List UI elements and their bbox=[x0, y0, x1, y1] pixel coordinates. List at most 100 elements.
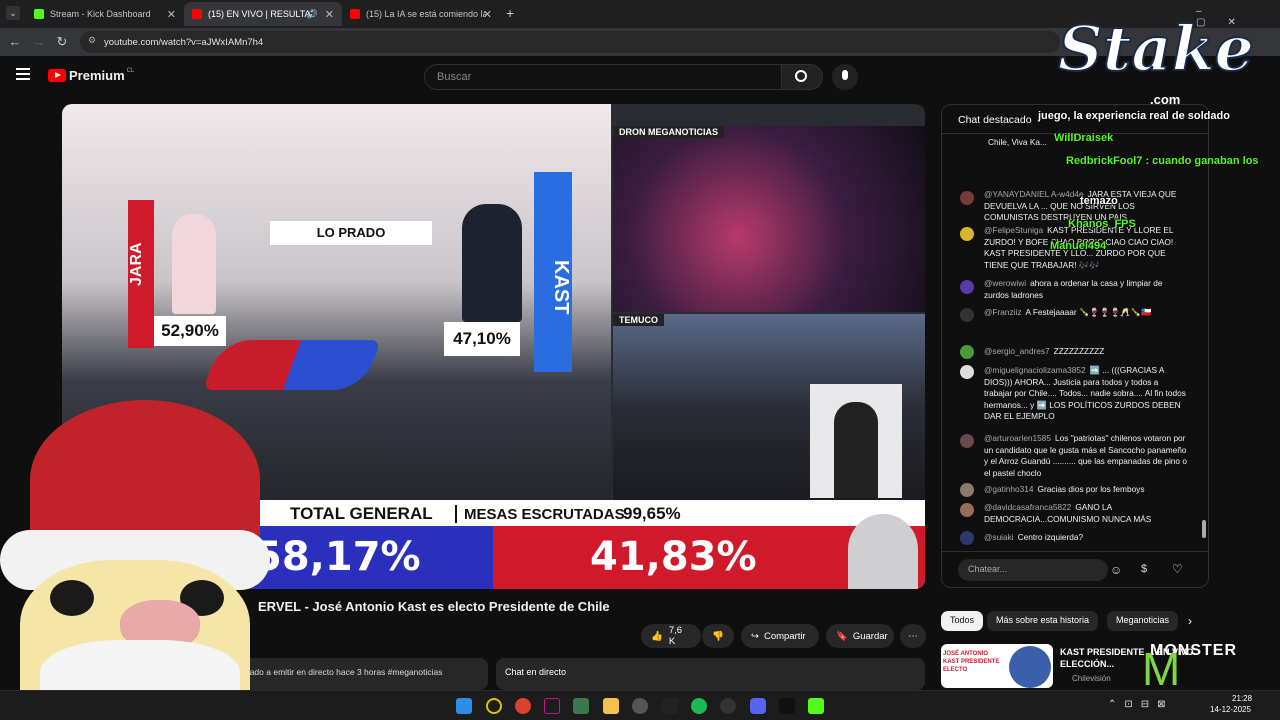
chat-message: @Franziiz A Festejaaaar 🍾🍷🍷🍷🥂🍾🇨🇱 bbox=[984, 307, 1188, 319]
mic-icon bbox=[842, 70, 848, 80]
menu-icon[interactable] bbox=[16, 68, 30, 80]
chat-scrollbar[interactable] bbox=[1202, 520, 1206, 538]
speaker-icon[interactable]: 🔊 bbox=[307, 9, 318, 20]
tab-youtube-live[interactable]: (15) EN VIVO | RESULTADOS 🔊 ✕ bbox=[184, 2, 342, 26]
chat-input-divider bbox=[942, 551, 1208, 552]
chat-text: A Festejaaaar 🍾🍷🍷🍷🥂🍾🇨🇱 bbox=[1025, 307, 1152, 317]
chat-author: @arturoarlen1585 bbox=[984, 433, 1052, 443]
kast-figure bbox=[462, 204, 522, 322]
app-icon[interactable] bbox=[662, 698, 678, 714]
avatar bbox=[960, 308, 974, 322]
clock-time[interactable]: 21:28 bbox=[1232, 694, 1252, 703]
more-icon: ⋯ bbox=[908, 630, 918, 642]
chat-author: @YANAYDANIEL A-w4d4e bbox=[984, 189, 1084, 199]
overlay-user: Khanos_FPS bbox=[1068, 218, 1136, 230]
tab-ia-video[interactable]: (15) La IA se está comiendo la ✕ bbox=[342, 2, 500, 26]
chip-all[interactable]: Todos bbox=[941, 611, 984, 631]
related-thumb-portrait bbox=[1009, 646, 1051, 688]
chat-message: @suiaki Centro izquierda? bbox=[984, 532, 1188, 544]
app-icon[interactable] bbox=[544, 698, 560, 714]
chevron-right-icon[interactable]: › bbox=[1188, 614, 1192, 628]
mesas-value: 99,65% bbox=[623, 504, 681, 523]
kick-app-icon[interactable] bbox=[808, 698, 824, 714]
chat-header: Chat destacado bbox=[958, 114, 1032, 126]
tab-title: (15) La IA se está comiendo la bbox=[366, 9, 486, 19]
related-thumbnail[interactable]: JOSÉ ANTONIO KAST PRESIDENTE ELECTO bbox=[941, 644, 1053, 688]
more-actions-button[interactable]: ⋯ bbox=[900, 624, 926, 648]
address-bar[interactable]: ⚙ youtube.com/watch?v=aJWxIAMn7h4 bbox=[80, 31, 1060, 53]
temuco-feed-label: TEMUCO bbox=[613, 314, 664, 326]
location-label: LO PRADO bbox=[270, 221, 432, 245]
avatar bbox=[960, 191, 974, 205]
chip-more-story[interactable]: Más sobre esta historia bbox=[987, 611, 1099, 631]
like-count: 7,6 K bbox=[668, 625, 683, 647]
drone-feed bbox=[613, 126, 925, 312]
dislike-button[interactable]: 👎 bbox=[702, 624, 734, 648]
avatar bbox=[960, 483, 974, 497]
heart-icon[interactable]: ♡ bbox=[1172, 562, 1183, 576]
chat-author: @Franziiz bbox=[984, 307, 1022, 317]
forward-icon[interactable]: → bbox=[30, 33, 48, 51]
emoji-icon[interactable]: ☺ bbox=[1110, 563, 1122, 577]
system-tray[interactable]: ⌃⊡⊟⊠ bbox=[1108, 699, 1174, 710]
chat-message: @werowiwi ahora a ordenar la casa y limpi… bbox=[984, 278, 1188, 301]
divider bbox=[455, 505, 457, 523]
close-icon[interactable]: ✕ bbox=[325, 8, 334, 21]
chip-meganoticias[interactable]: Meganoticias bbox=[1107, 611, 1179, 631]
chat-input[interactable]: Chatear... bbox=[958, 559, 1108, 581]
search-input[interactable]: Buscar bbox=[424, 64, 782, 90]
app-icon[interactable] bbox=[779, 698, 795, 714]
avatar bbox=[960, 227, 974, 241]
avatar bbox=[960, 345, 974, 359]
youtube-logo[interactable]: Premium CL bbox=[48, 68, 134, 83]
stake-logo-sub: .com bbox=[1150, 92, 1181, 107]
close-icon[interactable]: ✕ bbox=[483, 8, 492, 21]
back-icon[interactable]: ← bbox=[6, 33, 24, 51]
search-button[interactable] bbox=[781, 64, 823, 90]
chrome-icon[interactable] bbox=[515, 698, 531, 714]
total-left-value: 58,17% bbox=[254, 534, 421, 580]
chat-text: Centro izquierda? bbox=[1017, 532, 1084, 542]
share-button[interactable]: ↪ Compartir bbox=[741, 624, 819, 648]
obs-icon[interactable] bbox=[632, 698, 648, 714]
tab-kick-dashboard[interactable]: Stream - Kick Dashboard ✕ bbox=[26, 2, 184, 26]
chat-author: @suiaki bbox=[984, 532, 1014, 542]
file-explorer-icon[interactable] bbox=[603, 698, 619, 714]
site-info-icon[interactable]: ⚙ bbox=[88, 35, 96, 46]
candidate-portrait bbox=[848, 514, 918, 589]
save-button[interactable]: 🔖 Guardar bbox=[826, 624, 894, 648]
tab-search-icon[interactable]: ⌄ bbox=[6, 6, 20, 20]
live-chat-panel[interactable]: Chat en directo bbox=[496, 658, 925, 690]
chat-author: @werowiwi bbox=[984, 278, 1027, 288]
youtube-premium-label: Premium bbox=[69, 68, 125, 83]
related-channel[interactable]: Chilevisión bbox=[1072, 674, 1111, 683]
new-tab-button[interactable]: + bbox=[506, 5, 514, 21]
voice-search-button[interactable] bbox=[832, 64, 858, 90]
overlay-user: temazo bbox=[1080, 195, 1118, 207]
app-icon[interactable] bbox=[573, 698, 589, 714]
taskbar: ⌃⊡⊟⊠ 21:28 14-12-2025 bbox=[0, 690, 1280, 720]
clock-date[interactable]: 14-12-2025 bbox=[1210, 705, 1251, 714]
spotify-icon[interactable] bbox=[691, 698, 707, 714]
windows-start-icon[interactable] bbox=[456, 698, 472, 714]
like-button[interactable]: 👍 7,6 K bbox=[641, 624, 701, 648]
tab-title: Stream - Kick Dashboard bbox=[50, 9, 151, 19]
youtube-icon bbox=[192, 9, 202, 19]
search-icon bbox=[795, 70, 807, 82]
thumbs-down-icon: 👎 bbox=[712, 630, 724, 642]
streamer-avatar-overlay bbox=[0, 400, 270, 720]
kast-pct-small: 47,10% bbox=[444, 322, 520, 356]
mesas-label: MESAS ESCRUTADAS bbox=[464, 506, 625, 523]
chat-author: @miguelignaciolizama3852 bbox=[984, 365, 1086, 375]
avatar bbox=[960, 434, 974, 448]
avatar bbox=[960, 503, 974, 517]
discord-icon[interactable] bbox=[750, 698, 766, 714]
kast-banner: KAST bbox=[534, 172, 572, 372]
close-icon[interactable]: ✕ bbox=[167, 8, 176, 21]
super-chat-icon[interactable]: $ bbox=[1141, 563, 1147, 575]
app-icon[interactable] bbox=[486, 698, 502, 714]
chat-message: @miguelignaciolizama3852 ➡️ ... (((GRACIA… bbox=[984, 365, 1188, 423]
reload-icon[interactable]: ↻ bbox=[53, 33, 71, 51]
app-icon[interactable] bbox=[720, 698, 736, 714]
overlay-line: juego, la experiencia real de soldado bbox=[1038, 110, 1230, 122]
